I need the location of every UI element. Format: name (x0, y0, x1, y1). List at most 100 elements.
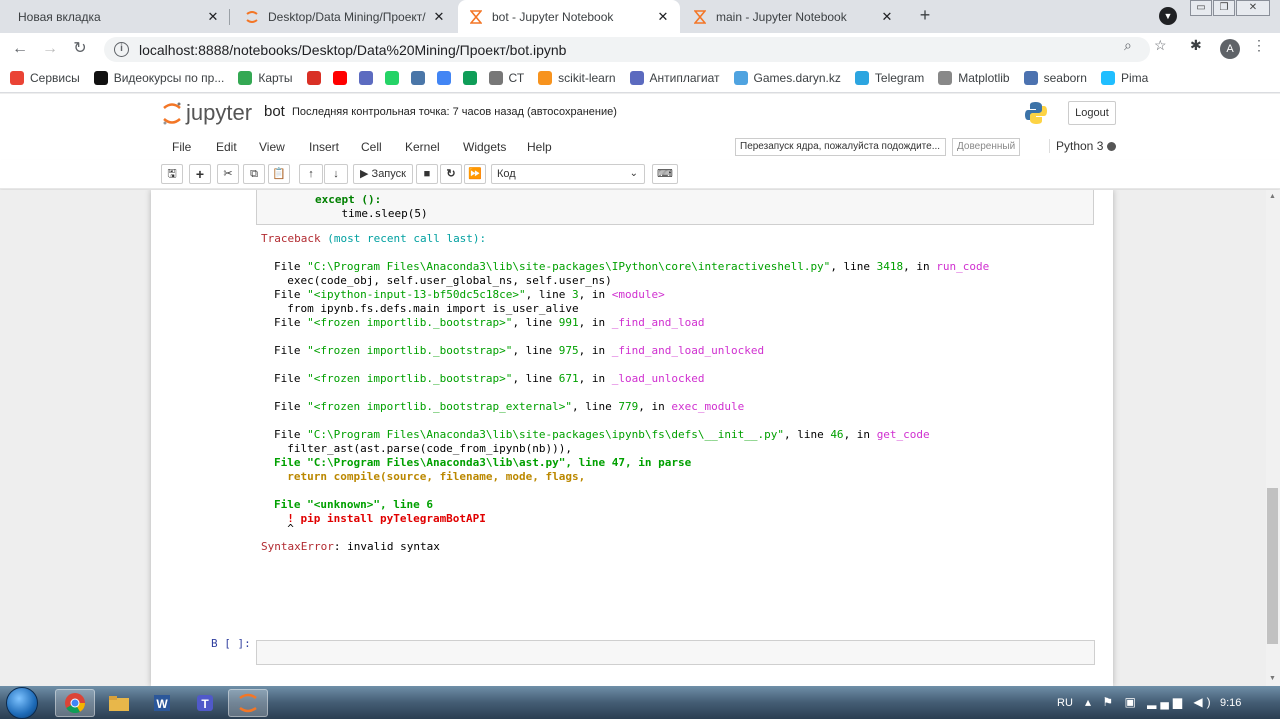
bookmark-label: Telegram (874, 71, 925, 85)
url-text[interactable]: localhost:8888/notebooks/Desktop/Data%20… (139, 42, 566, 58)
bookmark-item[interactable]: seaborn (1023, 71, 1087, 85)
run-all-button[interactable]: ⏩ (464, 164, 486, 184)
scrollbar-thumb[interactable] (1267, 488, 1278, 644)
run-label: Запуск (371, 168, 406, 180)
system-tray-icons[interactable]: ▴ ⚑ ▣ ▂▄▆ ◀) (1085, 695, 1215, 709)
code-cell-input[interactable]: except (): time.sleep(5) (256, 190, 1094, 225)
bookmark-item[interactable] (332, 71, 353, 85)
avatar[interactable]: A (1220, 39, 1240, 59)
language-indicator[interactable]: RU (1057, 697, 1073, 709)
teams-icon[interactable]: T (185, 689, 225, 717)
bookmark-item[interactable] (358, 71, 379, 85)
restart-icon: ↻ (446, 168, 456, 180)
reload-icon[interactable]: ↻ (70, 39, 90, 59)
word-icon[interactable]: W (142, 689, 182, 717)
bookmark-item[interactable]: Видеокурсы по пр... (93, 71, 224, 85)
close-icon[interactable]: ✕ (880, 9, 894, 25)
bookmark-item[interactable]: Pima (1100, 71, 1148, 85)
svg-text:W: W (156, 697, 168, 711)
copy-button[interactable]: ⧉ (243, 164, 265, 184)
bookmark-item[interactable] (306, 71, 327, 85)
bookmark-item[interactable]: Matplotlib (938, 71, 1010, 85)
tab-new-tab[interactable]: Новая вкладка ✕ (8, 0, 230, 33)
traceback-frame: File "<frozen importlib._bootstrap>", li… (274, 372, 705, 385)
forward-icon[interactable]: → (40, 39, 60, 59)
paste-button[interactable]: 📋 (268, 164, 290, 184)
python-icon (1024, 101, 1048, 125)
tab-project-folder[interactable]: Desktop/Data Mining/Проект/ ✕ (234, 0, 456, 33)
bookmark-item[interactable]: Антиплагиат (629, 71, 720, 85)
bookmark-item[interactable]: Telegram (854, 71, 925, 85)
menu-widgets[interactable]: Widgets (463, 140, 506, 154)
chrome-icon[interactable] (55, 689, 95, 717)
traceback-frame: File "<frozen importlib._bootstrap>", li… (274, 344, 765, 357)
back-icon[interactable]: ← (10, 39, 30, 59)
bookmark-item[interactable] (384, 71, 405, 85)
bookmark-item[interactable] (462, 71, 483, 85)
menu-insert[interactable]: Insert (309, 140, 339, 154)
notebook-name[interactable]: bot (264, 103, 285, 120)
cut-button[interactable]: ✂ (217, 164, 239, 184)
menu-icon[interactable]: ⋮ (1252, 37, 1266, 54)
kernel-status-message: Перезапуск ядра, пожалуйста подождите... (735, 138, 946, 156)
page-scrollbar[interactable]: ▲ ▼ (1266, 190, 1280, 686)
empty-code-cell[interactable] (256, 640, 1095, 665)
close-icon[interactable]: ✕ (656, 9, 670, 25)
info-icon[interactable]: i (114, 42, 129, 57)
bookmark-item[interactable] (410, 71, 431, 85)
bookmark-label: Matplotlib (958, 71, 1010, 85)
menu-cell[interactable]: Cell (361, 140, 382, 154)
explorer-icon[interactable] (99, 689, 139, 717)
shield-icon (629, 71, 644, 85)
logout-button[interactable]: Logout (1068, 101, 1116, 125)
bookmark-star-icon[interactable]: ☆ (1154, 37, 1167, 54)
menu-edit[interactable]: Edit (216, 140, 237, 154)
bookmark-item[interactable]: Сервисы (10, 71, 80, 85)
save-button[interactable]: 🖫 (161, 164, 183, 184)
insert-cell-button[interactable]: + (189, 164, 211, 184)
bookmark-item[interactable]: Карты (238, 71, 293, 85)
start-button[interactable] (6, 687, 38, 719)
menu-view[interactable]: View (259, 140, 285, 154)
trusted-indicator[interactable]: Доверенный (952, 138, 1020, 156)
scroll-up-icon[interactable]: ▲ (1269, 193, 1276, 200)
tab-bot-notebook[interactable]: bot - Jupyter Notebook ✕ (458, 0, 680, 33)
jupyter-logo[interactable]: jupyter (162, 100, 252, 126)
taskbar-clock[interactable]: 9:16 (1220, 697, 1241, 709)
extensions-icon[interactable]: ✱ (1190, 37, 1202, 54)
interrupt-button[interactable]: ■ (416, 164, 438, 184)
tab-main-notebook[interactable]: main - Jupyter Notebook ✕ (682, 0, 904, 33)
bookmark-item[interactable] (436, 71, 457, 85)
menu-kernel[interactable]: Kernel (405, 140, 440, 154)
move-up-button[interactable]: ↑ (299, 164, 323, 184)
move-down-button[interactable]: ↓ (324, 164, 348, 184)
address-bar[interactable]: i localhost:8888/notebooks/Desktop/Data%… (104, 37, 1150, 62)
run-button[interactable]: ▶ Запуск (353, 164, 413, 184)
whatsapp-icon (384, 71, 399, 85)
bookmark-item[interactable]: scikit-learn (538, 71, 616, 85)
restart-button[interactable]: ↻ (440, 164, 462, 184)
youtube-icon (332, 71, 347, 85)
bookmark-item[interactable]: СТ (488, 71, 524, 85)
command-palette-button[interactable]: ⌨ (652, 164, 678, 184)
jupyter-icon[interactable] (228, 689, 268, 717)
menu-help[interactable]: Help (527, 140, 552, 154)
traceback-frame: File "<ipython-input-13-bf50dc5c18ce>", … (274, 288, 665, 301)
zoom-icon[interactable]: ⌕ (1124, 37, 1132, 54)
scroll-down-icon[interactable]: ▼ (1269, 675, 1276, 682)
new-tab-button[interactable]: + (914, 5, 936, 27)
chevron-down-icon: ⌄ (629, 168, 638, 179)
browser-tab-strip: Новая вкладка ✕ Desktop/Data Mining/Прое… (0, 0, 1280, 33)
close-icon[interactable]: ✕ (432, 9, 446, 25)
tab-search-icon[interactable]: ▼ (1159, 7, 1177, 25)
checkpoint-status: Последняя контрольная точка: 7 часов наз… (292, 106, 617, 118)
menu-file[interactable]: File (172, 140, 191, 154)
minimize-button[interactable]: ▭ (1190, 0, 1212, 16)
fast-forward-icon: ⏩ (468, 168, 482, 180)
close-window-button[interactable]: ✕ (1236, 0, 1270, 16)
close-icon[interactable]: ✕ (206, 9, 220, 25)
bookmark-item[interactable]: Games.daryn.kz (733, 71, 841, 85)
cell-type-select[interactable]: Код ⌄ (491, 164, 645, 184)
maps-pin-icon (238, 71, 253, 85)
restore-button[interactable]: ❐ (1213, 0, 1235, 16)
